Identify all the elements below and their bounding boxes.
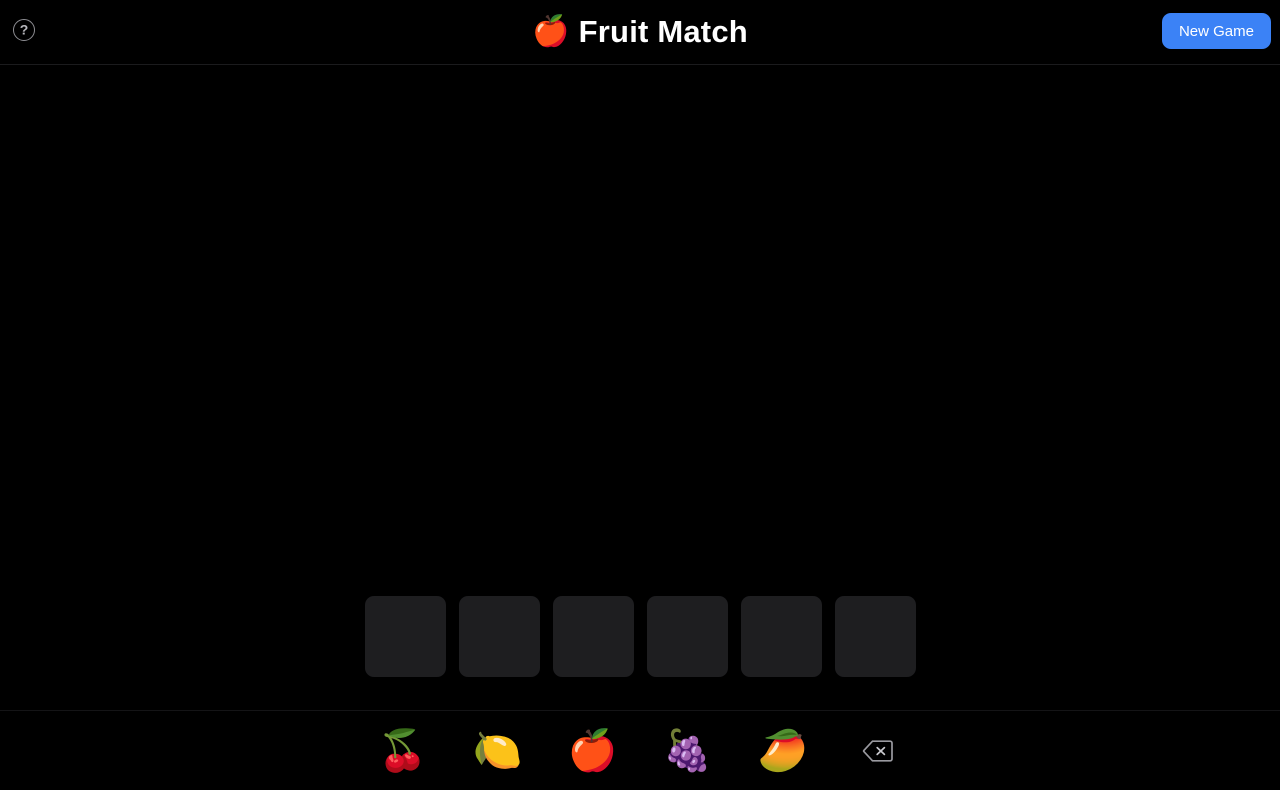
page-title-text: Fruit Match [578, 14, 748, 49]
backspace-icon[interactable] [855, 723, 901, 779]
guess-tile[interactable] [458, 596, 540, 677]
guess-tile[interactable] [552, 596, 634, 677]
help-icon[interactable]: ? [13, 19, 35, 41]
keyboard-row: 🍒 🍋 🍎 🍇 🥭 [378, 723, 901, 779]
guess-tile[interactable] [364, 596, 446, 677]
new-game-button[interactable]: New Game [1161, 13, 1271, 49]
fruit-key-grapes[interactable]: 🍇 [663, 723, 713, 779]
fruit-key-mango[interactable]: 🥭 [758, 723, 808, 779]
help-icon-glyph: ? [19, 21, 29, 38]
guess-row [364, 596, 916, 677]
fruit-key-lemon[interactable]: 🍋 [473, 723, 523, 779]
app-header: ? 🍎 Fruit Match New Game [0, 0, 1280, 65]
fruit-key-apple[interactable]: 🍎 [568, 723, 618, 779]
fruit-key-cherries[interactable]: 🍒 [378, 723, 428, 779]
page-title: 🍎 Fruit Match [532, 14, 748, 50]
fruit-keyboard: 🍒 🍋 🍎 🍇 🥭 [0, 710, 1280, 790]
guess-tile[interactable] [740, 596, 822, 677]
guess-tile[interactable] [646, 596, 728, 677]
apple-icon: 🍎 [532, 15, 570, 48]
guess-tile[interactable] [834, 596, 916, 677]
game-board [0, 65, 1280, 710]
